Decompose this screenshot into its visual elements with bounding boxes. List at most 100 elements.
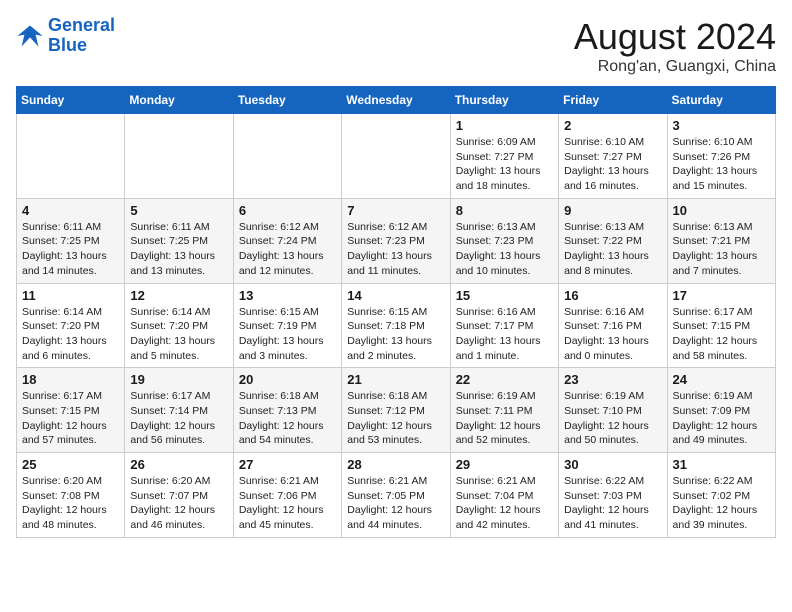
day-info-text: Sunrise: 6:16 AMSunset: 7:16 PMDaylight:… — [564, 305, 661, 364]
day-info-text: Sunrise: 6:09 AMSunset: 7:27 PMDaylight:… — [456, 135, 553, 194]
day-number: 23 — [564, 372, 661, 387]
location-subtitle: Rong'an, Guangxi, China — [574, 58, 776, 76]
day-info-text: Sunrise: 6:19 AMSunset: 7:10 PMDaylight:… — [564, 389, 661, 448]
day-info-text: Sunrise: 6:19 AMSunset: 7:09 PMDaylight:… — [673, 389, 770, 448]
day-number: 4 — [22, 203, 119, 218]
weekday-header-wednesday: Wednesday — [342, 87, 450, 114]
day-number: 13 — [239, 288, 336, 303]
weekday-header-saturday: Saturday — [667, 87, 775, 114]
calendar-cell — [233, 114, 341, 199]
day-info-text: Sunrise: 6:11 AMSunset: 7:25 PMDaylight:… — [22, 220, 119, 279]
logo-blue: Blue — [48, 36, 115, 56]
day-number: 22 — [456, 372, 553, 387]
day-number: 1 — [456, 118, 553, 133]
day-info-text: Sunrise: 6:17 AMSunset: 7:15 PMDaylight:… — [22, 389, 119, 448]
weekday-header-thursday: Thursday — [450, 87, 558, 114]
calendar-table: SundayMondayTuesdayWednesdayThursdayFrid… — [16, 86, 776, 538]
day-number: 14 — [347, 288, 444, 303]
day-info-text: Sunrise: 6:13 AMSunset: 7:23 PMDaylight:… — [456, 220, 553, 279]
calendar-cell: 25 Sunrise: 6:20 AMSunset: 7:08 PMDayligh… — [17, 453, 125, 538]
day-info-text: Sunrise: 6:15 AMSunset: 7:18 PMDaylight:… — [347, 305, 444, 364]
day-info-text: Sunrise: 6:21 AMSunset: 7:04 PMDaylight:… — [456, 474, 553, 533]
calendar-cell: 13 Sunrise: 6:15 AMSunset: 7:19 PMDayligh… — [233, 283, 341, 368]
day-number: 3 — [673, 118, 770, 133]
calendar-cell: 5Sunrise: 6:11 AMSunset: 7:25 PMDaylight… — [125, 198, 233, 283]
logo: General Blue — [16, 16, 115, 56]
calendar-cell: 30 Sunrise: 6:22 AMSunset: 7:03 PMDayligh… — [559, 453, 667, 538]
calendar-cell: 9Sunrise: 6:13 AMSunset: 7:22 PMDaylight… — [559, 198, 667, 283]
day-number: 30 — [564, 457, 661, 472]
calendar-cell: 6Sunrise: 6:12 AMSunset: 7:24 PMDaylight… — [233, 198, 341, 283]
calendar-cell: 26 Sunrise: 6:20 AMSunset: 7:07 PMDayligh… — [125, 453, 233, 538]
day-info-text: Sunrise: 6:17 AMSunset: 7:15 PMDaylight:… — [673, 305, 770, 364]
day-info-text: Sunrise: 6:21 AMSunset: 7:05 PMDaylight:… — [347, 474, 444, 533]
day-number: 8 — [456, 203, 553, 218]
day-number: 28 — [347, 457, 444, 472]
calendar-cell: 7 Sunrise: 6:12 AMSunset: 7:23 PMDaylight… — [342, 198, 450, 283]
calendar-cell: 3 Sunrise: 6:10 AMSunset: 7:26 PMDaylight… — [667, 114, 775, 199]
day-info-text: Sunrise: 6:10 AMSunset: 7:27 PMDaylight:… — [564, 135, 661, 194]
calendar-cell: 28 Sunrise: 6:21 AMSunset: 7:05 PMDayligh… — [342, 453, 450, 538]
calendar-week-row: 11Sunrise: 6:14 AMSunset: 7:20 PMDayligh… — [17, 283, 776, 368]
day-info-text: Sunrise: 6:16 AMSunset: 7:17 PMDaylight:… — [456, 305, 553, 364]
day-info-text: Sunrise: 6:13 AMSunset: 7:21 PMDaylight:… — [673, 220, 770, 279]
weekday-header-row: SundayMondayTuesdayWednesdayThursdayFrid… — [17, 87, 776, 114]
weekday-header-tuesday: Tuesday — [233, 87, 341, 114]
day-number: 20 — [239, 372, 336, 387]
day-number: 26 — [130, 457, 227, 472]
calendar-cell: 22 Sunrise: 6:19 AMSunset: 7:11 PMDayligh… — [450, 368, 558, 453]
day-number: 27 — [239, 457, 336, 472]
day-number: 16 — [564, 288, 661, 303]
day-info-text: Sunrise: 6:18 AMSunset: 7:12 PMDaylight:… — [347, 389, 444, 448]
calendar-cell: 19Sunrise: 6:17 AMSunset: 7:14 PMDayligh… — [125, 368, 233, 453]
calendar-cell: 27 Sunrise: 6:21 AMSunset: 7:06 PMDayligh… — [233, 453, 341, 538]
calendar-cell: 4 Sunrise: 6:11 AMSunset: 7:25 PMDaylight… — [17, 198, 125, 283]
logo-bird-icon — [16, 22, 44, 50]
day-number: 15 — [456, 288, 553, 303]
calendar-week-row: 18Sunrise: 6:17 AMSunset: 7:15 PMDayligh… — [17, 368, 776, 453]
calendar-cell: 11Sunrise: 6:14 AMSunset: 7:20 PMDayligh… — [17, 283, 125, 368]
day-number: 24 — [673, 372, 770, 387]
day-number: 25 — [22, 457, 119, 472]
page-header: General Blue August 2024 Rong'an, Guangx… — [16, 16, 776, 76]
day-info-text: Sunrise: 6:12 AMSunset: 7:23 PMDaylight:… — [347, 220, 444, 279]
day-info-text: Sunrise: 6:14 AMSunset: 7:20 PMDaylight:… — [22, 305, 119, 364]
day-number: 6 — [239, 203, 336, 218]
day-info-text: Sunrise: 6:20 AMSunset: 7:08 PMDaylight:… — [22, 474, 119, 533]
day-info-text: Sunrise: 6:19 AMSunset: 7:11 PMDaylight:… — [456, 389, 553, 448]
calendar-cell: 8 Sunrise: 6:13 AMSunset: 7:23 PMDaylight… — [450, 198, 558, 283]
day-number: 29 — [456, 457, 553, 472]
calendar-cell: 1 Sunrise: 6:09 AMSunset: 7:27 PMDaylight… — [450, 114, 558, 199]
calendar-cell: 20 Sunrise: 6:18 AMSunset: 7:13 PMDayligh… — [233, 368, 341, 453]
month-year-title: August 2024 — [574, 16, 776, 58]
day-number: 7 — [347, 203, 444, 218]
day-info-text: Sunrise: 6:22 AMSunset: 7:02 PMDaylight:… — [673, 474, 770, 533]
day-number: 17 — [673, 288, 770, 303]
day-number: 12 — [130, 288, 227, 303]
calendar-cell: 17 Sunrise: 6:17 AMSunset: 7:15 PMDayligh… — [667, 283, 775, 368]
calendar-cell: 31 Sunrise: 6:22 AMSunset: 7:02 PMDayligh… — [667, 453, 775, 538]
day-number: 31 — [673, 457, 770, 472]
calendar-cell: 23 Sunrise: 6:19 AMSunset: 7:10 PMDayligh… — [559, 368, 667, 453]
calendar-cell: 16 Sunrise: 6:16 AMSunset: 7:16 PMDayligh… — [559, 283, 667, 368]
calendar-cell — [125, 114, 233, 199]
day-info-text: Sunrise: 6:15 AMSunset: 7:19 PMDaylight:… — [239, 305, 336, 364]
calendar-cell: 12 Sunrise: 6:14 AMSunset: 7:20 PMDayligh… — [125, 283, 233, 368]
calendar-cell: 18Sunrise: 6:17 AMSunset: 7:15 PMDayligh… — [17, 368, 125, 453]
weekday-header-monday: Monday — [125, 87, 233, 114]
calendar-cell: 14 Sunrise: 6:15 AMSunset: 7:18 PMDayligh… — [342, 283, 450, 368]
day-info-text: Sunrise: 6:22 AMSunset: 7:03 PMDaylight:… — [564, 474, 661, 533]
calendar-cell: 29 Sunrise: 6:21 AMSunset: 7:04 PMDayligh… — [450, 453, 558, 538]
calendar-cell: 10 Sunrise: 6:13 AMSunset: 7:21 PMDayligh… — [667, 198, 775, 283]
calendar-cell: 21Sunrise: 6:18 AMSunset: 7:12 PMDayligh… — [342, 368, 450, 453]
weekday-header-sunday: Sunday — [17, 87, 125, 114]
day-info-text: Sunrise: 6:14 AMSunset: 7:20 PMDaylight:… — [130, 305, 227, 364]
day-info-text: Sunrise: 6:20 AMSunset: 7:07 PMDaylight:… — [130, 474, 227, 533]
day-info-text: Sunrise: 6:10 AMSunset: 7:26 PMDaylight:… — [673, 135, 770, 194]
day-number: 2 — [564, 118, 661, 133]
day-info-text: Sunrise: 6:18 AMSunset: 7:13 PMDaylight:… — [239, 389, 336, 448]
day-info-text: Sunrise: 6:21 AMSunset: 7:06 PMDaylight:… — [239, 474, 336, 533]
calendar-cell: 15 Sunrise: 6:16 AMSunset: 7:17 PMDayligh… — [450, 283, 558, 368]
day-number: 10 — [673, 203, 770, 218]
logo-text: General Blue — [48, 16, 115, 56]
